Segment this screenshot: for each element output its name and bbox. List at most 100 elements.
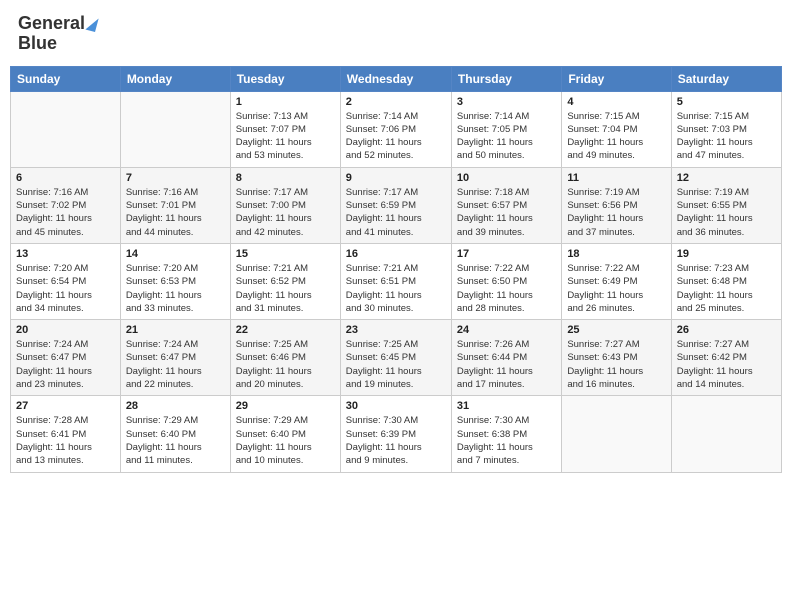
day-number: 8 xyxy=(236,172,335,184)
day-cell: 18 Sunrise: 7:22 AMSunset: 6:49 PMDayligh… xyxy=(562,243,671,319)
day-cell: 6Sunrise: 7:16 AMSunset: 7:02 PMDaylight… xyxy=(11,167,121,243)
day-info: Sunrise: 7:15 AMSunset: 7:03 PMDaylight:… xyxy=(677,110,776,163)
day-number: 12 xyxy=(677,172,776,184)
day-cell: 22Sunrise: 7:25 AMSunset: 6:46 PMDayligh… xyxy=(230,320,340,396)
day-info: Sunrise: 7:22 AMSunset: 6:49 PMDaylight:… xyxy=(567,262,665,315)
day-number: 4 xyxy=(567,96,665,108)
day-info: Sunrise: 7:30 AMSunset: 6:38 PMDaylight:… xyxy=(457,414,556,467)
day-info: Sunrise: 7:26 AMSunset: 6:44 PMDaylight:… xyxy=(457,338,556,391)
calendar-body: 1 Sunrise: 7:13 AMSunset: 7:07 PMDaylight… xyxy=(11,91,782,472)
day-cell: 1 Sunrise: 7:13 AMSunset: 7:07 PMDaylight… xyxy=(230,91,340,167)
header-cell-monday: Monday xyxy=(120,66,230,91)
day-cell: 25 Sunrise: 7:27 AMSunset: 6:43 PMDayligh… xyxy=(562,320,671,396)
day-info: Sunrise: 7:17 AMSunset: 6:59 PMDaylight:… xyxy=(346,186,446,239)
day-number: 13 xyxy=(16,248,115,260)
header-cell-friday: Friday xyxy=(562,66,671,91)
day-number: 18 xyxy=(567,248,665,260)
day-cell: 17 Sunrise: 7:22 AMSunset: 6:50 PMDayligh… xyxy=(451,243,561,319)
day-info: Sunrise: 7:27 AMSunset: 6:43 PMDaylight:… xyxy=(567,338,665,391)
calendar-table: SundayMondayTuesdayWednesdayThursdayFrid… xyxy=(10,66,782,473)
day-info: Sunrise: 7:16 AMSunset: 7:02 PMDaylight:… xyxy=(16,186,115,239)
day-number: 23 xyxy=(346,324,446,336)
day-cell: 24 Sunrise: 7:26 AMSunset: 6:44 PMDayligh… xyxy=(451,320,561,396)
week-row-4: 20 Sunrise: 7:24 AMSunset: 6:47 PMDayligh… xyxy=(11,320,782,396)
day-number: 5 xyxy=(677,96,776,108)
day-cell: 30 Sunrise: 7:30 AMSunset: 6:39 PMDayligh… xyxy=(340,396,451,472)
day-number: 7 xyxy=(126,172,225,184)
day-number: 20 xyxy=(16,324,115,336)
day-number: 17 xyxy=(457,248,556,260)
day-info: Sunrise: 7:21 AMSunset: 6:51 PMDaylight:… xyxy=(346,262,446,315)
day-number: 15 xyxy=(236,248,335,260)
day-number: 10 xyxy=(457,172,556,184)
day-cell: 20Sunrise: 7:24 AMSunset: 6:47 PMDayligh… xyxy=(11,320,121,396)
day-cell: 4 Sunrise: 7:15 AMSunset: 7:04 PMDaylight… xyxy=(562,91,671,167)
day-info: Sunrise: 7:30 AMSunset: 6:39 PMDaylight:… xyxy=(346,414,446,467)
day-info: Sunrise: 7:19 AMSunset: 6:55 PMDaylight:… xyxy=(677,186,776,239)
day-number: 16 xyxy=(346,248,446,260)
day-number: 31 xyxy=(457,400,556,412)
calendar-header-row: SundayMondayTuesdayWednesdayThursdayFrid… xyxy=(11,66,782,91)
day-info: Sunrise: 7:27 AMSunset: 6:42 PMDaylight:… xyxy=(677,338,776,391)
week-row-1: 1 Sunrise: 7:13 AMSunset: 7:07 PMDaylight… xyxy=(11,91,782,167)
day-cell: 27Sunrise: 7:28 AMSunset: 6:41 PMDayligh… xyxy=(11,396,121,472)
day-number: 1 xyxy=(236,96,335,108)
day-cell xyxy=(671,396,781,472)
day-cell: 8Sunrise: 7:17 AMSunset: 7:00 PMDaylight… xyxy=(230,167,340,243)
day-cell xyxy=(120,91,230,167)
day-info: Sunrise: 7:15 AMSunset: 7:04 PMDaylight:… xyxy=(567,110,665,163)
day-cell xyxy=(11,91,121,167)
day-number: 2 xyxy=(346,96,446,108)
day-number: 11 xyxy=(567,172,665,184)
day-cell: 7 Sunrise: 7:16 AMSunset: 7:01 PMDaylight… xyxy=(120,167,230,243)
day-number: 28 xyxy=(126,400,225,412)
day-cell: 26 Sunrise: 7:27 AMSunset: 6:42 PMDayligh… xyxy=(671,320,781,396)
day-number: 22 xyxy=(236,324,335,336)
day-number: 26 xyxy=(677,324,776,336)
day-info: Sunrise: 7:20 AMSunset: 6:54 PMDaylight:… xyxy=(16,262,115,315)
day-info: Sunrise: 7:21 AMSunset: 6:52 PMDaylight:… xyxy=(236,262,335,315)
day-cell: 15 Sunrise: 7:21 AMSunset: 6:52 PMDayligh… xyxy=(230,243,340,319)
day-cell: 11 Sunrise: 7:19 AMSunset: 6:56 PMDayligh… xyxy=(562,167,671,243)
logo-text-blue: Blue xyxy=(18,34,57,54)
logo: General Blue xyxy=(18,14,97,54)
day-number: 29 xyxy=(236,400,335,412)
day-info: Sunrise: 7:20 AMSunset: 6:53 PMDaylight:… xyxy=(126,262,225,315)
day-info: Sunrise: 7:19 AMSunset: 6:56 PMDaylight:… xyxy=(567,186,665,239)
day-cell: 31 Sunrise: 7:30 AMSunset: 6:38 PMDayligh… xyxy=(451,396,561,472)
day-info: Sunrise: 7:16 AMSunset: 7:01 PMDaylight:… xyxy=(126,186,225,239)
header-cell-wednesday: Wednesday xyxy=(340,66,451,91)
day-cell: 16 Sunrise: 7:21 AMSunset: 6:51 PMDayligh… xyxy=(340,243,451,319)
day-info: Sunrise: 7:13 AMSunset: 7:07 PMDaylight:… xyxy=(236,110,335,163)
logo-text-general: General xyxy=(18,14,85,34)
day-info: Sunrise: 7:29 AMSunset: 6:40 PMDaylight:… xyxy=(126,414,225,467)
header-cell-sunday: Sunday xyxy=(11,66,121,91)
day-number: 27 xyxy=(16,400,115,412)
day-cell: 19Sunrise: 7:23 AMSunset: 6:48 PMDayligh… xyxy=(671,243,781,319)
logo-arrow-icon xyxy=(85,16,98,32)
day-cell: 13 Sunrise: 7:20 AMSunset: 6:54 PMDayligh… xyxy=(11,243,121,319)
day-info: Sunrise: 7:24 AMSunset: 6:47 PMDaylight:… xyxy=(126,338,225,391)
day-cell: 28 Sunrise: 7:29 AMSunset: 6:40 PMDayligh… xyxy=(120,396,230,472)
day-number: 25 xyxy=(567,324,665,336)
header-cell-thursday: Thursday xyxy=(451,66,561,91)
day-number: 30 xyxy=(346,400,446,412)
day-info: Sunrise: 7:18 AMSunset: 6:57 PMDaylight:… xyxy=(457,186,556,239)
day-cell xyxy=(562,396,671,472)
day-number: 21 xyxy=(126,324,225,336)
day-info: Sunrise: 7:29 AMSunset: 6:40 PMDaylight:… xyxy=(236,414,335,467)
day-number: 9 xyxy=(346,172,446,184)
day-info: Sunrise: 7:23 AMSunset: 6:48 PMDaylight:… xyxy=(677,262,776,315)
day-number: 24 xyxy=(457,324,556,336)
day-cell: 3Sunrise: 7:14 AMSunset: 7:05 PMDaylight… xyxy=(451,91,561,167)
day-cell: 12 Sunrise: 7:19 AMSunset: 6:55 PMDayligh… xyxy=(671,167,781,243)
day-number: 14 xyxy=(126,248,225,260)
header-cell-tuesday: Tuesday xyxy=(230,66,340,91)
day-cell: 21 Sunrise: 7:24 AMSunset: 6:47 PMDayligh… xyxy=(120,320,230,396)
day-info: Sunrise: 7:14 AMSunset: 7:06 PMDaylight:… xyxy=(346,110,446,163)
day-cell: 9 Sunrise: 7:17 AMSunset: 6:59 PMDaylight… xyxy=(340,167,451,243)
day-cell: 23Sunrise: 7:25 AMSunset: 6:45 PMDayligh… xyxy=(340,320,451,396)
day-info: Sunrise: 7:22 AMSunset: 6:50 PMDaylight:… xyxy=(457,262,556,315)
week-row-2: 6Sunrise: 7:16 AMSunset: 7:02 PMDaylight… xyxy=(11,167,782,243)
day-number: 3 xyxy=(457,96,556,108)
